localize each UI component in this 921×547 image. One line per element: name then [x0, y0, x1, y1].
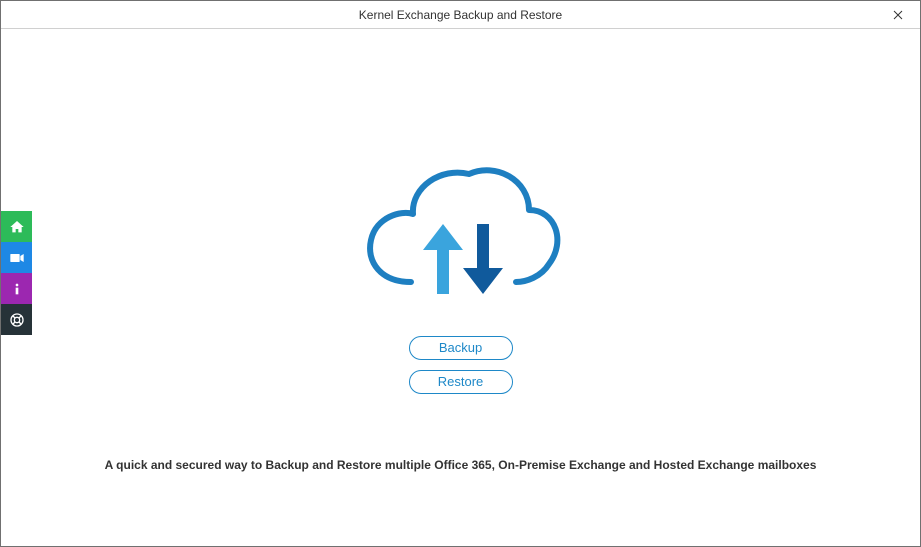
tagline: A quick and secured way to Backup and Re…: [1, 458, 920, 472]
close-icon: [893, 10, 903, 20]
info-icon: [9, 281, 25, 297]
restore-button-label: Restore: [438, 374, 484, 389]
backup-button[interactable]: Backup: [409, 336, 513, 360]
sidebar-home[interactable]: [1, 211, 32, 242]
sidebar-video[interactable]: [1, 242, 32, 273]
sidebar-help[interactable]: [1, 304, 32, 335]
window-title: Kernel Exchange Backup and Restore: [359, 8, 562, 22]
app-window: Kernel Exchange Backup and Restore: [0, 0, 921, 547]
backup-button-label: Backup: [439, 340, 482, 355]
main-content: Backup Restore A quick and secured way t…: [1, 29, 920, 546]
restore-button[interactable]: Restore: [409, 370, 513, 394]
sidebar-info[interactable]: [1, 273, 32, 304]
home-icon: [9, 219, 25, 235]
close-button[interactable]: [876, 1, 920, 28]
video-icon: [9, 250, 25, 266]
lifebuoy-icon: [9, 312, 25, 328]
cloud-sync-icon: [351, 152, 571, 322]
hero-block: Backup Restore: [351, 152, 571, 394]
titlebar: Kernel Exchange Backup and Restore: [1, 1, 920, 29]
sidebar: [1, 211, 32, 335]
